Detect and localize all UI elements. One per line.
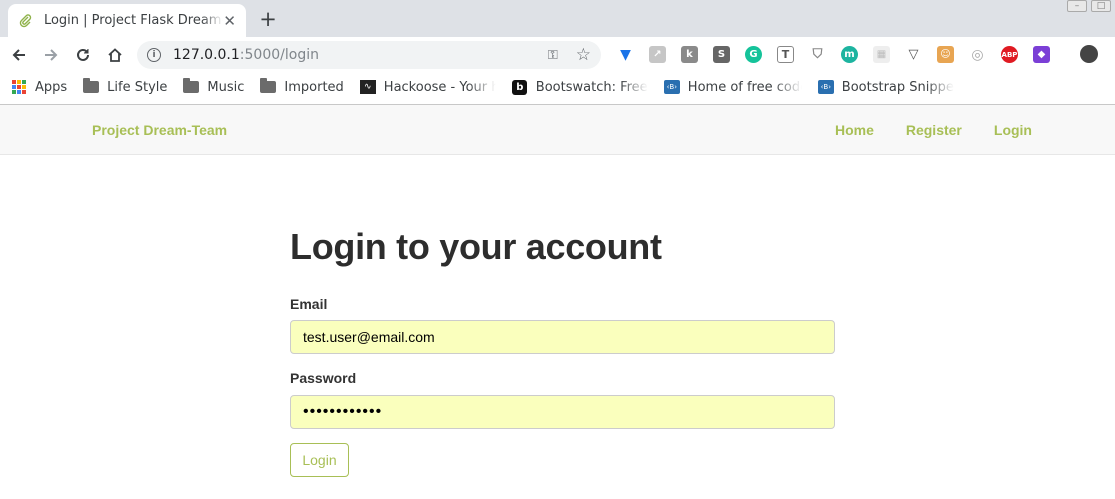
forward-button[interactable]	[39, 43, 63, 67]
bookmark-bootstrap-snippet[interactable]: ‹B› Bootstrap Snippet	[817, 80, 954, 95]
extension-s-icon[interactable]: S	[713, 46, 730, 63]
bookmarks-bar: Apps Life Style Music Imported ∿ Hackoos…	[0, 73, 1115, 101]
back-arrow-icon	[12, 49, 25, 61]
email-label: Email	[290, 296, 328, 312]
nav-login-link[interactable]: Login	[994, 122, 1032, 138]
bootstrap-icon: ‹B›	[663, 80, 680, 94]
bookmark-free-code[interactable]: ‹B› Home of free code	[663, 80, 802, 95]
adblock-icon[interactable]: ABP	[1001, 46, 1018, 63]
nav-register-link[interactable]: Register	[906, 122, 962, 138]
extension-face-icon[interactable]: ☺	[937, 46, 954, 63]
apps-grid-icon	[11, 80, 27, 94]
back-button[interactable]	[7, 43, 31, 67]
browser-tab[interactable]: Login | Project Flask Dream-Team ✕	[8, 4, 246, 37]
bookmark-folder-music[interactable]: Music	[183, 78, 244, 95]
extension-k-icon[interactable]: k	[681, 46, 698, 63]
password-field[interactable]: ••••••••••••	[290, 395, 835, 429]
folder-icon	[183, 78, 200, 94]
extension-v-icon[interactable]: ▼	[617, 46, 634, 63]
tab-title: Login | Project Flask Dream-Team	[43, 13, 223, 28]
extension-chart-icon[interactable]: ↗	[649, 46, 666, 63]
site-nav-links: Home Register Login	[835, 122, 1032, 138]
extension-cube-icon[interactable]: ◆	[1033, 46, 1050, 63]
paperclip-icon	[18, 13, 34, 29]
browser-tab-bar: Login | Project Flask Dream-Team ✕ + – □	[0, 0, 1115, 37]
bookmark-star-icon[interactable]: ☆	[576, 45, 591, 65]
email-field[interactable]: test.user@email.com	[290, 320, 835, 354]
extension-grid-icon[interactable]: ▦	[873, 46, 890, 63]
minimize-icon[interactable]: –	[1067, 0, 1087, 12]
grammarly-icon[interactable]: G	[745, 46, 762, 63]
address-bar[interactable]: i 127.0.0.1:5000/login ⚿ ☆	[137, 41, 601, 69]
new-tab-button[interactable]: +	[257, 7, 279, 31]
extension-circle-icon[interactable]: ◎	[969, 46, 986, 63]
hackoose-icon: ∿	[359, 80, 376, 94]
extension-vue-icon[interactable]: ▽	[905, 46, 922, 63]
shield-icon[interactable]: ⛉	[809, 46, 826, 63]
home-button[interactable]	[103, 43, 127, 67]
site-brand[interactable]: Project Dream-Team	[92, 122, 227, 138]
maximize-icon[interactable]: □	[1091, 0, 1111, 12]
browser-toolbar: i 127.0.0.1:5000/login ⚿ ☆ ▼ ↗ k S G T ⛉…	[0, 37, 1115, 73]
url-text: 127.0.0.1:5000/login	[173, 47, 319, 63]
extension-m-icon[interactable]: m	[841, 46, 858, 63]
folder-icon	[83, 78, 100, 94]
window-controls: – □	[1067, 0, 1111, 12]
forward-arrow-icon	[45, 49, 58, 61]
page-title: Login to your account	[290, 226, 662, 267]
folder-icon	[260, 78, 277, 94]
bookmark-apps[interactable]: Apps	[11, 80, 67, 95]
profile-avatar-icon[interactable]	[1080, 45, 1098, 63]
bootswatch-icon: b	[512, 79, 528, 95]
bookmark-folder-imported[interactable]: Imported	[260, 78, 344, 95]
key-icon[interactable]: ⚿	[548, 48, 558, 63]
password-label: Password	[290, 370, 357, 386]
nav-home-link[interactable]: Home	[835, 122, 874, 138]
site-navbar: Project Dream-Team Home Register Login	[0, 105, 1115, 155]
bootstrap-icon: ‹B›	[817, 80, 834, 94]
home-icon	[108, 48, 122, 62]
bookmark-folder-life-style[interactable]: Life Style	[83, 78, 167, 95]
tab-close-icon[interactable]: ✕	[223, 12, 236, 30]
extension-t-icon[interactable]: T	[777, 46, 794, 63]
site-info-icon[interactable]: i	[147, 48, 161, 62]
bookmark-hackoose[interactable]: ∿ Hackoose - Your ha	[359, 80, 496, 95]
login-button[interactable]: Login	[290, 443, 349, 477]
bookmark-bootswatch[interactable]: b Bootswatch: Free th	[512, 79, 648, 95]
reload-icon	[77, 48, 89, 61]
reload-button[interactable]	[71, 43, 95, 67]
